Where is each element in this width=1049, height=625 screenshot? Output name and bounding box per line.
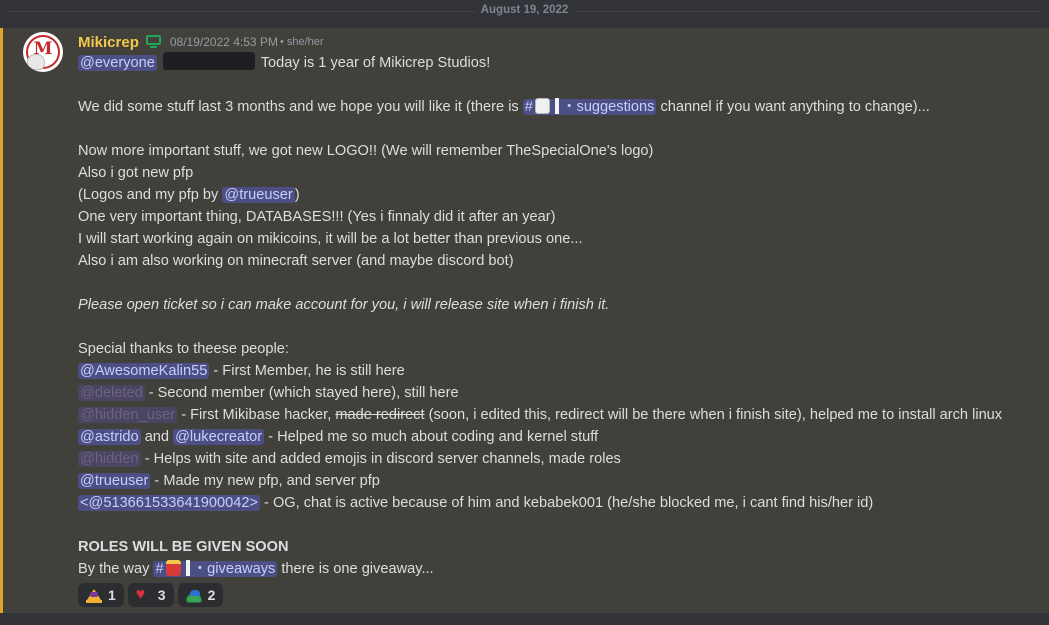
mention-trueuser[interactable]: @trueuser bbox=[222, 187, 295, 203]
slime-emoji-icon bbox=[185, 590, 202, 603]
thanks-line: - Helped me so much about coding and ker… bbox=[268, 429, 599, 445]
text-line: channel if you want anything to change).… bbox=[660, 99, 930, 115]
thanks-line: - OG, chat is active because of him and … bbox=[264, 495, 874, 511]
thanks-line: - Made my new pfp, and server pfp bbox=[154, 473, 380, 489]
text-line: I will start working again on mikicoins,… bbox=[78, 231, 583, 247]
mention-everyone[interactable]: @everyone bbox=[78, 55, 157, 71]
heart-emoji-icon: ♥ bbox=[135, 586, 146, 603]
mention-hidden[interactable]: @hidden_user bbox=[78, 407, 178, 423]
desktop-status-icon bbox=[145, 35, 162, 49]
mention-astrido[interactable]: @astrido bbox=[78, 429, 141, 445]
reactions: 1 ♥ 3 2 bbox=[78, 583, 1041, 607]
text-line: One very important thing, DATABASES!!! (… bbox=[78, 209, 556, 225]
text-line: We did some stuff last 3 months and we h… bbox=[78, 99, 519, 115]
mention-hidden[interactable]: @deleted bbox=[78, 385, 145, 401]
mention-trueuser[interactable]: @trueuser bbox=[78, 473, 151, 489]
date-divider: August 19, 2022 bbox=[0, 0, 1049, 24]
avatar[interactable]: M bbox=[23, 32, 63, 72]
timestamp[interactable]: 08/19/2022 4:53 PM bbox=[170, 35, 278, 49]
thanks-line: - Helps with site and added emojis in di… bbox=[144, 451, 621, 467]
pronouns: • she/her bbox=[279, 36, 324, 48]
divider-bar bbox=[554, 98, 559, 114]
divider-bar bbox=[185, 560, 190, 576]
mention-awesomekalin[interactable]: @AwesomeKalin55 bbox=[78, 363, 210, 379]
reaction-slime[interactable]: 2 bbox=[177, 583, 224, 607]
notepad-icon bbox=[534, 98, 550, 114]
thanks-line: (soon, i edited this, redirect will be t… bbox=[428, 407, 1003, 423]
redacted-block bbox=[162, 52, 255, 70]
mention-raw-id[interactable]: <@513661533641900042> bbox=[78, 495, 260, 511]
bold-line: ROLES WILL BE GIVEN SOON bbox=[78, 539, 289, 555]
text-line: Now more important stuff, we got new LOG… bbox=[78, 143, 654, 159]
bottom-strip bbox=[0, 613, 1049, 625]
text-line: Special thanks to theese people: bbox=[78, 341, 289, 357]
mention-hidden[interactable]: @hidden bbox=[78, 451, 141, 467]
strikethrough-text: made redirect bbox=[335, 407, 425, 423]
reaction-heart[interactable]: ♥ 3 bbox=[127, 583, 174, 607]
thanks-line: - Second member (which stayed here), sti… bbox=[148, 385, 459, 401]
crown-emoji-icon bbox=[86, 587, 102, 603]
gift-icon bbox=[165, 560, 181, 576]
message-header: Mikicrep 08/19/2022 4:53 PM • she/her bbox=[78, 32, 1041, 52]
reaction-crown[interactable]: 1 bbox=[78, 583, 124, 607]
avatar-hand-icon bbox=[27, 54, 45, 70]
channel-giveaways[interactable]: # ・giveaways bbox=[153, 560, 278, 577]
divider-date: August 19, 2022 bbox=[474, 4, 575, 16]
thanks-line: - First Mikibase hacker, bbox=[181, 407, 332, 423]
text-line: (Logos and my pfp by bbox=[78, 187, 219, 203]
mention-lukecreator[interactable]: @lukecreator bbox=[173, 429, 265, 445]
text-line: Today is 1 year of Mikicrep Studios! bbox=[260, 55, 491, 71]
thanks-line: - First Member, he is still here bbox=[213, 363, 405, 379]
message-content: Mikicrep 08/19/2022 4:53 PM • she/her @e… bbox=[78, 32, 1041, 607]
text-line: Also i got new pfp bbox=[78, 165, 194, 181]
italic-line: Please open ticket so i can make account… bbox=[78, 297, 610, 313]
channel-suggestions[interactable]: # ・suggestions bbox=[522, 98, 657, 115]
message-body: @everyone Today is 1 year of Mikicrep St… bbox=[78, 52, 1041, 580]
username[interactable]: Mikicrep bbox=[78, 34, 139, 51]
text-line: Also i am also working on minecraft serv… bbox=[78, 253, 514, 269]
message[interactable]: M Mikicrep 08/19/2022 4:53 PM • she/her … bbox=[0, 28, 1049, 613]
